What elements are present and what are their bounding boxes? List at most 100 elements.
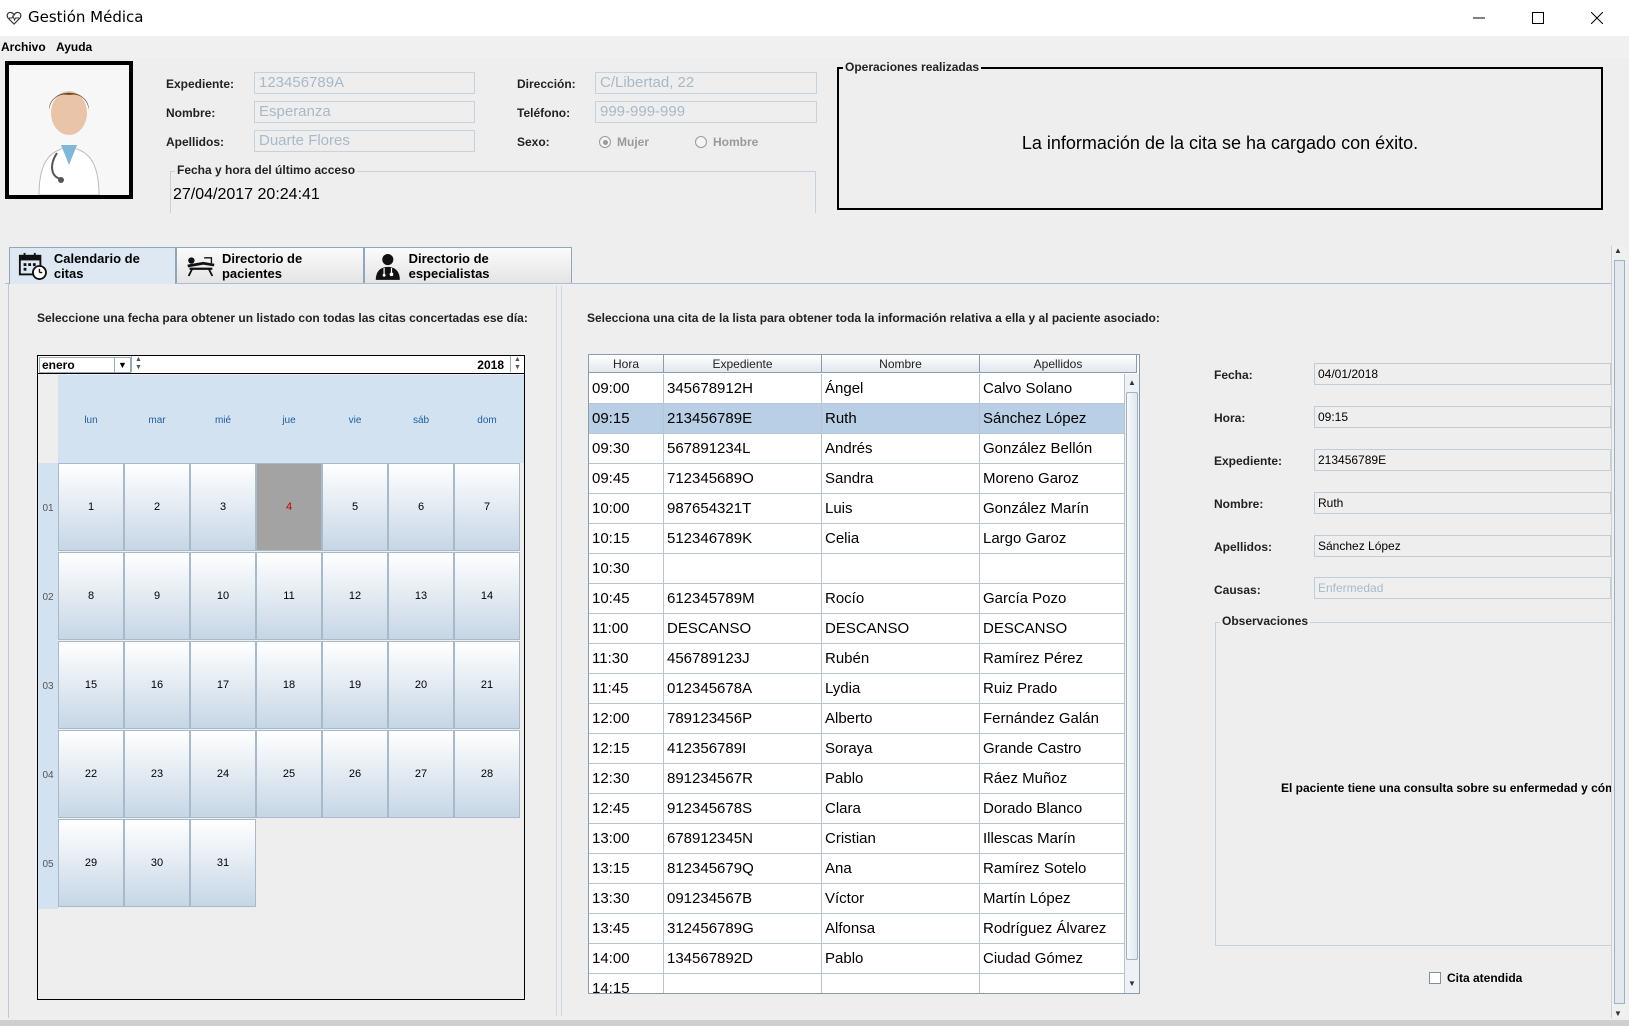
day-cell[interactable]: 1	[58, 463, 124, 551]
hora-label: Hora:	[1214, 411, 1246, 425]
table-row[interactable]: 12:45 912345678S Clara Dorado Blanco	[589, 794, 1137, 824]
table-scrollbar[interactable]: ▲ ▼	[1124, 374, 1139, 993]
day-cell[interactable]: 30	[124, 819, 190, 907]
table-row[interactable]: 09:45 712345689O Sandra Moreno Garoz	[589, 464, 1137, 494]
day-cell[interactable]: 11	[256, 552, 322, 640]
direccion-field[interactable]: C/Libertad, 22	[595, 72, 817, 94]
table-cell: 13:15	[589, 854, 664, 883]
day-cell[interactable]: 13	[388, 552, 454, 640]
table-row[interactable]: 09:15 213456789E Ruth Sánchez López	[589, 404, 1137, 434]
sexo-radio-mujer[interactable]: Mujer	[599, 135, 649, 149]
table-row[interactable]: 11:45 012345678A Lydia Ruiz Prado	[589, 674, 1137, 704]
column-header-apellidos[interactable]: Apellidos	[980, 355, 1137, 372]
table-row[interactable]: 13:00 678912345N Cristian Illescas Marín	[589, 824, 1137, 854]
day-cell[interactable]: 18	[256, 641, 322, 729]
appointments-table[interactable]: Hora Expediente Nombre Apellidos 09:00 34…	[588, 354, 1140, 994]
day-cell[interactable]: 17	[190, 641, 256, 729]
day-cell[interactable]: 20	[388, 641, 454, 729]
nombre-field[interactable]: Esperanza	[254, 101, 475, 123]
day-cell[interactable]: 8	[58, 552, 124, 640]
column-header-hora[interactable]: Hora	[589, 355, 664, 372]
table-cell: 678912345N	[664, 824, 822, 853]
table-row[interactable]: 09:30 567891234L Andrés González Bellón	[589, 434, 1137, 464]
day-cell[interactable]: 31	[190, 819, 256, 907]
main-scroll-thumb[interactable]	[1614, 260, 1625, 1004]
scroll-down-icon[interactable]: ▼	[1125, 977, 1139, 991]
hora-field[interactable]: 09:15	[1314, 406, 1611, 428]
table-cell: 512346789K	[664, 524, 822, 553]
column-header-nombre[interactable]: Nombre	[822, 355, 980, 372]
main-scrollbar[interactable]: ▲ ▼	[1611, 246, 1627, 1018]
sexo-radio-hombre[interactable]: Hombre	[695, 135, 758, 149]
day-cell[interactable]: 2	[124, 463, 190, 551]
minimize-button[interactable]	[1450, 0, 1508, 36]
tab-especialistas[interactable]: Directorio de especialistas	[364, 247, 572, 283]
tab-calendario[interactable]: Calendario de citas	[9, 247, 176, 284]
close-button[interactable]	[1568, 0, 1626, 36]
day-cell[interactable]: 6	[388, 463, 454, 551]
table-row[interactable]: 13:30 091234567B Víctor Martín López	[589, 884, 1137, 914]
cita-atendida-checkbox[interactable]: Cita atendida	[1429, 971, 1522, 985]
day-cell[interactable]: 28	[454, 730, 520, 818]
telefono-field[interactable]: 999-999-999	[595, 101, 817, 123]
day-cell[interactable]: 21	[454, 641, 520, 729]
table-row[interactable]: 10:30	[589, 554, 1137, 584]
day-cell[interactable]: 9	[124, 552, 190, 640]
day-cell[interactable]: 10	[190, 552, 256, 640]
detail-apellidos-field[interactable]: Sánchez López	[1314, 535, 1611, 557]
day-cell[interactable]: 22	[58, 730, 124, 818]
year-spinner[interactable]: ▲ ▼	[510, 356, 524, 372]
day-cell[interactable]: 3	[190, 463, 256, 551]
month-spinner[interactable]: ▲ ▼	[131, 356, 145, 372]
table-row[interactable]: 11:00 DESCANSO DESCANSO DESCANSO	[589, 614, 1137, 644]
scroll-down-icon[interactable]: ▼	[1614, 1009, 1622, 1018]
table-row[interactable]: 11:30 456789123J Rubén Ramírez Pérez	[589, 644, 1137, 674]
day-cell[interactable]: 5	[322, 463, 388, 551]
table-row[interactable]: 14:00 134567892D Pablo Ciudad Gómez	[589, 944, 1137, 974]
detail-nombre-field[interactable]: Ruth	[1314, 492, 1611, 514]
day-cell[interactable]: 26	[322, 730, 388, 818]
operations-label: Operaciones realizadas	[843, 60, 982, 74]
day-cell[interactable]: 19	[322, 641, 388, 729]
maximize-button[interactable]	[1509, 0, 1567, 36]
menu-archivo[interactable]: Archivo	[1, 40, 46, 54]
table-cell: 213456789E	[664, 404, 822, 433]
day-cell[interactable]: 15	[58, 641, 124, 729]
tab-pacientes[interactable]: Directorio de pacientes	[176, 247, 364, 283]
table-row[interactable]: 13:45 312456789G Alfonsa Rodríguez Álvarez	[589, 914, 1137, 944]
causas-field[interactable]: Enfermedad	[1314, 577, 1611, 599]
day-cell[interactable]: 16	[124, 641, 190, 729]
table-row[interactable]: 10:45 612345789M Rocío García Pozo	[589, 584, 1137, 614]
day-cell[interactable]: 24	[190, 730, 256, 818]
detail-expediente-field[interactable]: 213456789E	[1314, 449, 1611, 471]
scroll-up-icon[interactable]: ▲	[1614, 246, 1622, 255]
table-row[interactable]: 12:00 789123456P Alberto Fernández Galán	[589, 704, 1137, 734]
scroll-up-icon[interactable]: ▲	[1125, 376, 1139, 390]
day-cell[interactable]: 12	[322, 552, 388, 640]
split-pane-divider[interactable]	[556, 286, 562, 1016]
menu-ayuda[interactable]: Ayuda	[56, 40, 92, 54]
column-header-expediente[interactable]: Expediente	[664, 355, 822, 372]
fecha-field[interactable]: 04/01/2018	[1314, 363, 1611, 385]
day-cell[interactable]: 4	[256, 463, 322, 551]
day-cell[interactable]: 29	[58, 819, 124, 907]
observaciones-text[interactable]: El paciente tiene una consulta sobre su …	[1281, 781, 1616, 795]
day-cell[interactable]: 14	[454, 552, 520, 640]
table-row[interactable]: 12:30 891234567R Pablo Ráez Muñoz	[589, 764, 1137, 794]
table-row[interactable]: 13:15 812345679Q Ana Ramírez Sotelo	[589, 854, 1137, 884]
day-cell[interactable]: 7	[454, 463, 520, 551]
day-cell[interactable]: 27	[388, 730, 454, 818]
table-row[interactable]: 10:00 987654321T Luis González Marín	[589, 494, 1137, 524]
table-row[interactable]: 12:15 412356789I Soraya Grande Castro	[589, 734, 1137, 764]
apellidos-field[interactable]: Duarte Flores	[254, 130, 475, 152]
table-row[interactable]: 10:15 512346789K Celia Largo Garoz	[589, 524, 1137, 554]
month-select[interactable]: enero ▼	[39, 357, 131, 373]
table-cell: 567891234L	[664, 434, 822, 463]
scroll-thumb[interactable]	[1126, 392, 1138, 960]
day-cell[interactable]: 25	[256, 730, 322, 818]
table-row[interactable]: 09:00 345678912H Ángel Calvo Solano	[589, 374, 1137, 404]
day-cell[interactable]: 23	[124, 730, 190, 818]
expediente-field[interactable]: 123456789A	[254, 72, 475, 94]
table-row[interactable]: 14:15	[589, 974, 1137, 993]
day-name-header: mié	[214, 415, 232, 426]
